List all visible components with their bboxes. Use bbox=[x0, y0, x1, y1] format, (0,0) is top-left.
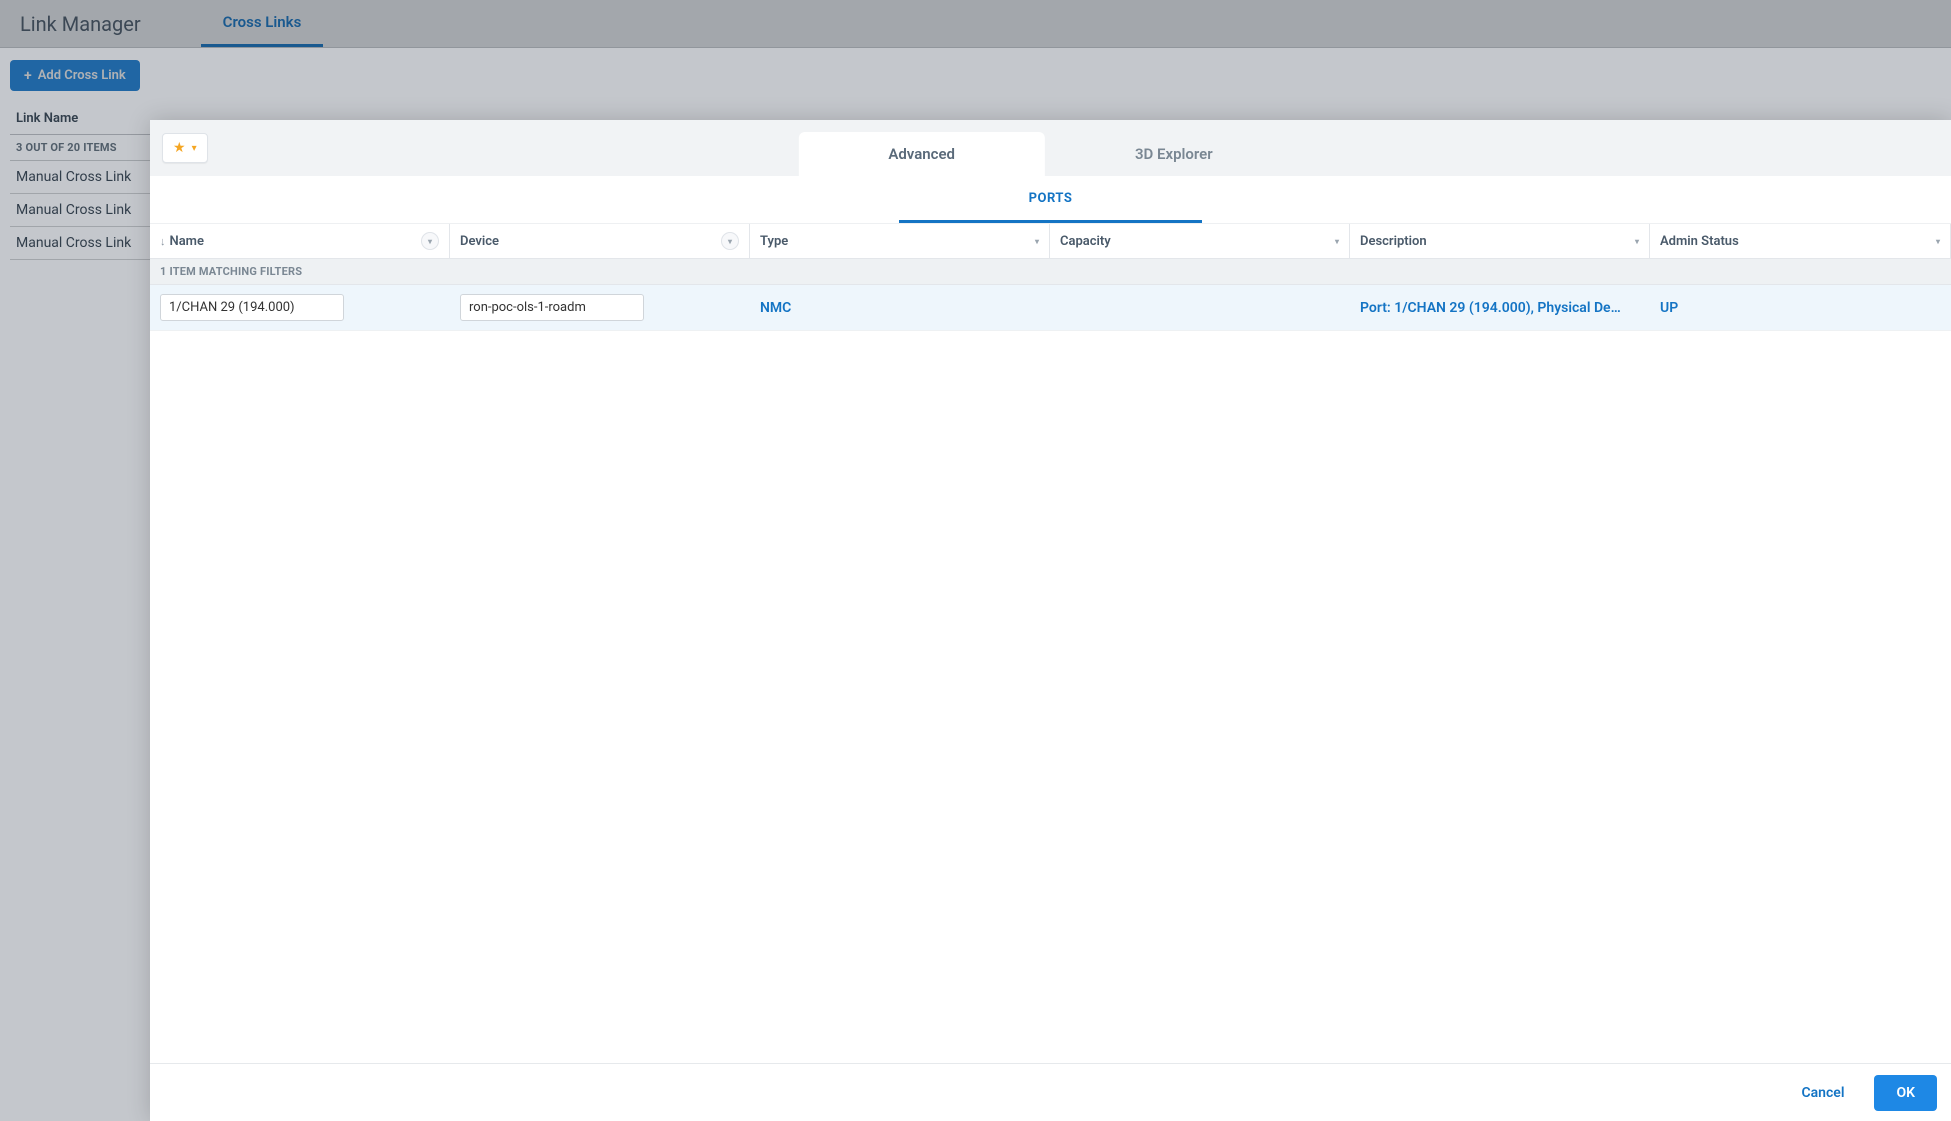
port-picker-modal: ★ ▾ Advanced 3D Explorer PORTS ↓ Name ▾ … bbox=[150, 120, 1951, 1121]
col-header-device[interactable]: Device ▾ bbox=[450, 224, 750, 259]
col-header-description[interactable]: Description ▾ bbox=[1350, 224, 1650, 259]
grid-filter-summary: 1 ITEM MATCHING FILTERS bbox=[150, 259, 1951, 285]
col-header-capacity[interactable]: Capacity ▾ bbox=[1050, 224, 1350, 259]
ports-grid: ↓ Name ▾ Device ▾ Type ▾ Capacity ▾ Desc… bbox=[150, 224, 1951, 1063]
table-row[interactable]: NMC Port: 1/CHAN 29 (194.000), Physical … bbox=[150, 285, 1951, 331]
cell-type: NMC bbox=[750, 285, 1050, 330]
ok-label: OK bbox=[1896, 1085, 1915, 1101]
tab-3d-explorer[interactable]: 3D Explorer bbox=[1045, 132, 1303, 176]
device-filter-input[interactable] bbox=[460, 294, 644, 321]
column-menu-icon[interactable]: ▾ bbox=[1936, 237, 1940, 246]
col-header-type[interactable]: Type ▾ bbox=[750, 224, 1050, 259]
cancel-button[interactable]: Cancel bbox=[1784, 1075, 1863, 1111]
column-menu-icon[interactable]: ▾ bbox=[1335, 237, 1339, 246]
cell-device bbox=[450, 285, 750, 330]
name-filter-input[interactable] bbox=[160, 294, 344, 321]
sort-ascending-icon: ↓ bbox=[160, 235, 166, 248]
cell-name bbox=[150, 285, 450, 330]
column-menu-icon[interactable]: ▾ bbox=[1635, 237, 1639, 246]
description-value: Port: 1/CHAN 29 (194.000), Physical De… bbox=[1360, 300, 1621, 316]
cell-description: Port: 1/CHAN 29 (194.000), Physical De… bbox=[1350, 285, 1650, 330]
tab-advanced-label: Advanced bbox=[888, 145, 955, 163]
col-header-admin-status[interactable]: Admin Status ▾ bbox=[1650, 224, 1951, 259]
cell-admin-status: UP bbox=[1650, 285, 1951, 330]
filter-summary-label: 1 ITEM MATCHING FILTERS bbox=[150, 259, 1951, 284]
modal-subtabs: PORTS bbox=[150, 176, 1951, 224]
modal-footer: Cancel OK bbox=[150, 1063, 1951, 1121]
cell-capacity bbox=[1050, 285, 1350, 330]
column-filter-icon[interactable]: ▾ bbox=[721, 232, 739, 250]
grid-header: ↓ Name ▾ Device ▾ Type ▾ Capacity ▾ Desc… bbox=[150, 224, 1951, 259]
ok-button[interactable]: OK bbox=[1874, 1075, 1937, 1111]
col-header-name[interactable]: ↓ Name ▾ bbox=[150, 224, 450, 259]
col-type-label: Type bbox=[760, 234, 788, 249]
chevron-down-icon: ▾ bbox=[192, 143, 197, 154]
column-filter-icon[interactable]: ▾ bbox=[421, 232, 439, 250]
subtab-ports-label: PORTS bbox=[1029, 191, 1073, 206]
admin-status-value: UP bbox=[1660, 300, 1678, 316]
modal-tabs: Advanced 3D Explorer bbox=[798, 132, 1302, 176]
cancel-label: Cancel bbox=[1802, 1085, 1845, 1101]
favorites-button[interactable]: ★ ▾ bbox=[162, 133, 208, 163]
col-capacity-label: Capacity bbox=[1060, 234, 1111, 249]
col-device-label: Device bbox=[460, 234, 499, 249]
col-admin-label: Admin Status bbox=[1660, 234, 1739, 249]
col-description-label: Description bbox=[1360, 234, 1427, 249]
type-value: NMC bbox=[760, 300, 791, 316]
subtab-ports[interactable]: PORTS bbox=[899, 176, 1203, 223]
star-icon: ★ bbox=[173, 140, 186, 156]
column-menu-icon[interactable]: ▾ bbox=[1035, 237, 1039, 246]
col-name-label: Name bbox=[170, 234, 204, 249]
tab-3d-explorer-label: 3D Explorer bbox=[1135, 145, 1213, 163]
modal-topbar: ★ ▾ Advanced 3D Explorer bbox=[150, 120, 1951, 176]
tab-advanced[interactable]: Advanced bbox=[798, 132, 1045, 176]
